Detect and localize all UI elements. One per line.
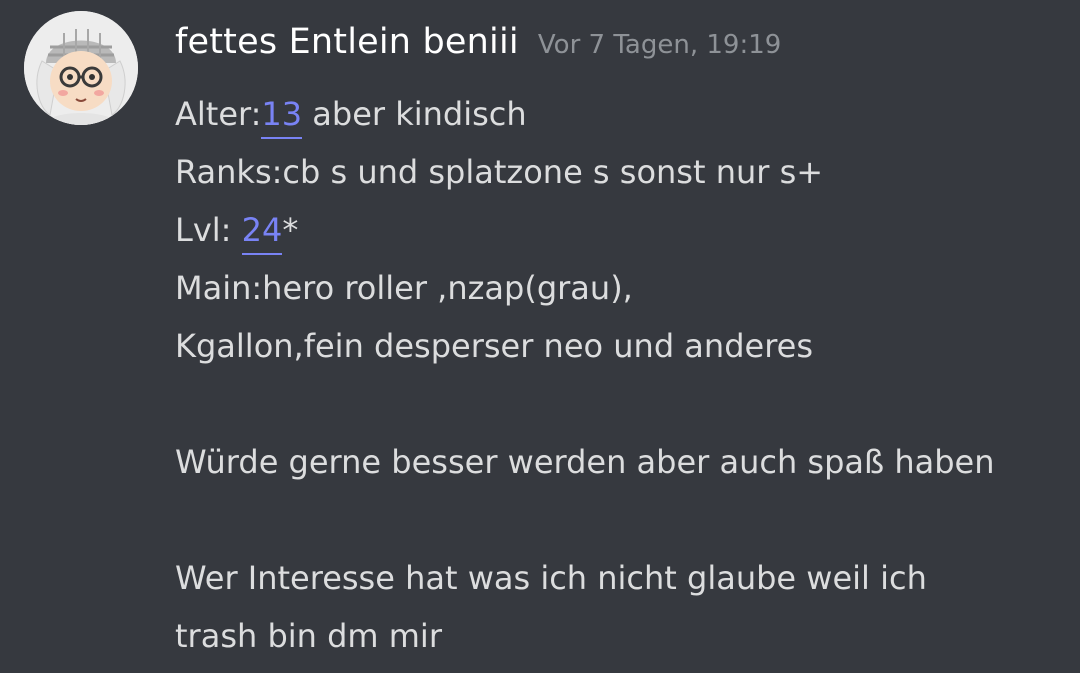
- chat-message: fettes Entlein beniii Vor 7 Tagen, 19:19…: [0, 0, 1080, 673]
- squid-kid-avatar-icon: [24, 11, 138, 125]
- author-name[interactable]: fettes Entlein beniii: [175, 22, 519, 62]
- message-line-weapons: Kgallon,fein desperser neo und anderes: [175, 327, 813, 365]
- message-line-level: Lvl: 24*: [175, 201, 1075, 259]
- message-line-interest: Wer Interesse hat was ich nicht glaube w…: [175, 559, 927, 597]
- message-header: fettes Entlein beniii Vor 7 Tagen, 19:19: [175, 22, 781, 70]
- message-line-main: Main:hero roller ,nzap(grau),: [175, 269, 633, 307]
- message-line-ranks: Ranks:cb s und splatzone s sonst nur s+: [175, 153, 824, 191]
- message-timestamp[interactable]: Vor 7 Tagen, 19:19: [538, 30, 781, 60]
- message-line-goal: Würde gerne besser werden aber auch spaß…: [175, 443, 995, 481]
- age-link[interactable]: 13: [261, 95, 303, 139]
- message-line-age: Alter:13 aber kindisch: [175, 85, 1075, 143]
- message-line-dm: trash bin dm mir: [175, 617, 442, 655]
- message-content: Alter:13 aber kindisch Ranks:cb s und sp…: [175, 85, 1075, 665]
- age-label: Alter:: [175, 95, 262, 133]
- age-suffix: aber kindisch: [302, 95, 527, 133]
- user-avatar[interactable]: [24, 11, 138, 125]
- level-suffix: *: [282, 211, 299, 249]
- level-label: Lvl:: [175, 211, 242, 249]
- level-link[interactable]: 24: [241, 211, 283, 255]
